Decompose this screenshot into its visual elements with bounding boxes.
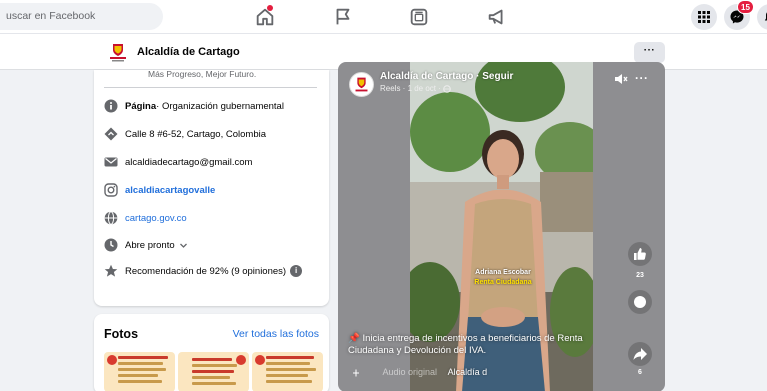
- email-row: alcaldiadecartago@gmail.com: [104, 154, 252, 170]
- info-circle-icon[interactable]: i: [290, 265, 303, 277]
- chevron-down-icon: [179, 243, 187, 248]
- see-all-photos-link[interactable]: Ver todas las fotos: [233, 328, 319, 340]
- recommendation-text: Recomendación de 92% (9 opiniones): [125, 265, 287, 277]
- page-more-options-button[interactable]: ···: [634, 42, 665, 63]
- recommendation-row: Recomendación de 92% (9 opiniones) i: [104, 263, 303, 279]
- hours-text: Abre pronto: [125, 239, 175, 251]
- page-name[interactable]: Alcaldía de Cartago: [137, 46, 240, 58]
- comment-icon: [634, 296, 646, 308]
- reel-subtitle-overlay: Renta Ciudadana: [474, 279, 532, 286]
- photos-card: Fotos Ver todas las fotos: [94, 314, 329, 391]
- post-more-options-button[interactable]: ···: [635, 71, 649, 85]
- address-text: Calle 8 #6-52, Cartago, Colombia: [125, 128, 266, 140]
- notification-badge: 15: [737, 0, 754, 14]
- photos-title: Fotos: [104, 327, 139, 341]
- category-row: Página · Organización gubernamental: [104, 98, 284, 114]
- music-note-icon: [353, 369, 359, 377]
- reel-name-overlay: Adriana Escobar: [475, 269, 531, 276]
- website-link[interactable]: cartago.gov.co: [125, 213, 187, 224]
- grid-menu-icon: [698, 11, 710, 23]
- post-author-name[interactable]: Alcaldía de Cartago · Seguir: [380, 71, 513, 82]
- instagram-row: alcaldiacartagovalle: [104, 182, 215, 198]
- email-icon: [104, 157, 118, 167]
- video-icon[interactable]: [408, 6, 430, 28]
- bell-icon: [764, 12, 767, 21]
- comment-button[interactable]: [628, 290, 652, 314]
- top-navigation-bar: uscar en Facebook 15: [0, 0, 767, 34]
- search-input[interactable]: uscar en Facebook: [0, 3, 163, 30]
- reel-post-card[interactable]: Alcaldía de Cartago · Seguir Reels · 1 d…: [338, 62, 665, 391]
- share-count: 6: [638, 369, 642, 376]
- notifications-button[interactable]: [757, 4, 767, 30]
- page-logo[interactable]: [107, 41, 129, 63]
- email-text[interactable]: alcaldiadecartago@gmail.com: [125, 157, 252, 168]
- post-date: Reels · 1 de oct ·: [380, 84, 444, 93]
- thumbs-up-icon: [634, 248, 646, 260]
- page-slogan: Más Progreso, Mejor Futuro.: [148, 70, 257, 79]
- flag-icon[interactable]: [332, 6, 354, 28]
- info-icon: [104, 99, 118, 113]
- category-label: Página: [125, 100, 157, 112]
- photo-thumbnail[interactable]: [178, 352, 249, 391]
- post-caption: 📌 Inicia entrega de incentivos a benefic…: [348, 333, 583, 356]
- grid-menu-button[interactable]: [691, 4, 717, 30]
- website-row: cartago.gov.co: [104, 210, 187, 226]
- category-value: · Organización gubernamental: [156, 100, 284, 112]
- home-notification-dot: [267, 5, 273, 11]
- clock-icon: [104, 238, 118, 252]
- share-button[interactable]: [628, 342, 652, 366]
- location-pin-icon: [104, 127, 118, 141]
- post-meta: Reels · 1 de oct ·: [380, 84, 451, 93]
- globe-icon: [443, 85, 451, 93]
- megaphone-icon[interactable]: [486, 6, 508, 28]
- intro-divider: [104, 87, 317, 88]
- audio-row[interactable]: Audio original Alcaldía d: [352, 367, 487, 377]
- star-icon: [104, 264, 118, 277]
- intro-card: Más Progreso, Mejor Futuro. Página · Org…: [94, 70, 329, 306]
- address-row: Calle 8 #6-52, Cartago, Colombia: [104, 126, 266, 142]
- share-arrow-icon: [633, 348, 647, 360]
- hours-row[interactable]: Abre pronto: [104, 237, 188, 253]
- post-author-avatar[interactable]: [349, 72, 374, 97]
- like-button[interactable]: [628, 242, 652, 266]
- instagram-link[interactable]: alcaldiacartagovalle: [125, 185, 215, 196]
- globe-icon: [104, 211, 118, 225]
- audio-author[interactable]: Alcaldía d: [448, 367, 488, 377]
- photo-thumbnail[interactable]: [104, 352, 175, 391]
- instagram-icon: [104, 183, 118, 197]
- like-count: 23: [636, 272, 644, 279]
- photo-thumbnail[interactable]: [252, 352, 323, 391]
- mute-icon[interactable]: [614, 73, 628, 85]
- audio-label: Audio original: [382, 367, 438, 377]
